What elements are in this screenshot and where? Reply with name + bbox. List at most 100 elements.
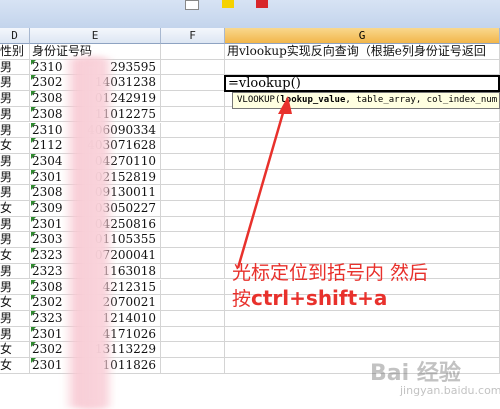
id-prefix: 2302 xyxy=(32,342,63,357)
privacy-blur-core xyxy=(80,58,104,408)
empty-cell-f[interactable] xyxy=(161,122,225,139)
number-as-text-indicator-icon xyxy=(31,295,36,301)
empty-cell-g[interactable] xyxy=(225,122,500,139)
empty-cell-f[interactable] xyxy=(161,106,225,123)
id-prefix: 2302 xyxy=(32,295,63,310)
empty-cell-g[interactable] xyxy=(225,326,500,343)
empty-cell-f[interactable] xyxy=(161,295,225,311)
header-cell-f[interactable] xyxy=(161,44,225,60)
number-as-text-indicator-icon xyxy=(31,358,36,363)
empty-cell-f[interactable] xyxy=(161,169,225,186)
number-as-text-indicator-icon xyxy=(31,216,36,222)
gender-cell[interactable]: 男 xyxy=(0,169,30,186)
annotation-press-label: 按 xyxy=(232,288,252,310)
id-prefix: 2301 xyxy=(32,358,63,372)
id-prefix: 2308 xyxy=(32,279,63,294)
id-prefix: 2309 xyxy=(32,201,63,215)
id-prefix: 2112 xyxy=(32,138,63,153)
gender-cell[interactable]: 男 xyxy=(0,122,30,139)
empty-cell-f[interactable] xyxy=(161,201,225,217)
baidu-watermark: Bai 经验 xyxy=(370,361,461,386)
gender-cell[interactable]: 女 xyxy=(0,201,30,217)
empty-cell-f[interactable] xyxy=(161,358,225,374)
empty-cell-g[interactable] xyxy=(225,169,500,186)
empty-cell-f[interactable] xyxy=(161,279,225,296)
gender-cell[interactable]: 男 xyxy=(0,185,30,201)
empty-cell-f[interactable] xyxy=(161,185,225,201)
empty-cell-g[interactable] xyxy=(225,201,500,217)
gender-cell[interactable]: 女 xyxy=(0,358,30,374)
gender-cell[interactable]: 男 xyxy=(0,216,30,233)
empty-cell-g[interactable] xyxy=(225,106,500,123)
number-as-text-indicator-icon xyxy=(31,185,36,191)
gender-cell[interactable]: 男 xyxy=(0,263,30,280)
header-cell-gender[interactable]: 性别 xyxy=(0,44,30,60)
toolbar-button-white[interactable] xyxy=(185,0,199,10)
gender-cell[interactable]: 男 xyxy=(0,91,30,107)
gender-cell[interactable]: 女 xyxy=(0,248,30,264)
toolbar-button-red[interactable] xyxy=(256,0,268,8)
annotation-shortcut-keys: ctrl+shift+a xyxy=(251,286,388,310)
id-prefix: 2301 xyxy=(32,326,63,341)
gender-cell[interactable]: 男 xyxy=(0,232,30,249)
empty-cell-g[interactable] xyxy=(225,59,500,76)
number-as-text-indicator-icon xyxy=(31,153,36,159)
empty-cell-f[interactable] xyxy=(161,91,225,107)
baidu-watermark-url: jingyan.baidu.com xyxy=(400,384,500,397)
empty-cell-f[interactable] xyxy=(161,263,225,280)
empty-cell-f[interactable] xyxy=(161,216,225,233)
number-as-text-indicator-icon xyxy=(31,138,36,144)
id-prefix: 2310 xyxy=(32,59,63,74)
empty-cell-f[interactable] xyxy=(161,342,225,358)
tooltip-arg-lookup-value[interactable]: lookup_value xyxy=(280,95,345,105)
header-cell-title[interactable]: 用vlookup实现反向查询（根据e列身份证号返回 xyxy=(225,44,500,60)
column-header-e[interactable]: E xyxy=(30,28,161,44)
empty-cell-f[interactable] xyxy=(161,248,225,264)
column-header-d[interactable]: D xyxy=(0,28,30,44)
empty-cell-f[interactable] xyxy=(161,59,225,76)
gender-cell[interactable]: 男 xyxy=(0,153,30,170)
empty-cell-g[interactable] xyxy=(225,138,500,154)
number-as-text-indicator-icon xyxy=(31,75,36,81)
empty-cell-f[interactable] xyxy=(161,326,225,343)
id-prefix: 2310 xyxy=(32,122,63,137)
id-prefix: 2301 xyxy=(32,169,63,184)
empty-cell-f[interactable] xyxy=(161,310,225,327)
annotation-line-2: 按ctrl+shift+a xyxy=(232,284,387,311)
number-as-text-indicator-icon xyxy=(31,279,36,285)
gender-cell[interactable]: 男 xyxy=(0,279,30,296)
number-as-text-indicator-icon xyxy=(31,59,36,65)
toolbar-button-yellow[interactable] xyxy=(222,0,234,8)
empty-cell-g[interactable] xyxy=(225,310,500,327)
gender-cell[interactable]: 男 xyxy=(0,59,30,76)
gender-cell[interactable]: 男 xyxy=(0,75,30,92)
empty-cell-f[interactable] xyxy=(161,75,225,92)
gender-cell[interactable]: 男 xyxy=(0,106,30,123)
id-prefix: 2308 xyxy=(32,91,63,106)
column-header-g[interactable]: G xyxy=(225,28,500,44)
number-as-text-indicator-icon xyxy=(31,91,36,97)
empty-cell-f[interactable] xyxy=(161,138,225,154)
column-header-f[interactable]: F xyxy=(161,28,225,44)
id-prefix: 2323 xyxy=(32,310,63,325)
empty-cell-f[interactable] xyxy=(161,232,225,249)
empty-cell-g[interactable] xyxy=(225,232,500,249)
gender-cell[interactable]: 女 xyxy=(0,295,30,311)
active-cell-formula[interactable]: =vlookup() xyxy=(224,75,500,92)
id-prefix: 2301 xyxy=(32,216,63,231)
empty-cell-g[interactable] xyxy=(225,185,500,201)
number-as-text-indicator-icon xyxy=(31,122,36,128)
empty-cell-f[interactable] xyxy=(161,153,225,170)
empty-cell-g[interactable] xyxy=(225,153,500,170)
number-as-text-indicator-icon xyxy=(31,169,36,175)
id-prefix: 2303 xyxy=(32,232,63,247)
gender-cell[interactable]: 女 xyxy=(0,138,30,154)
id-prefix: 2323 xyxy=(32,263,63,278)
empty-cell-g[interactable] xyxy=(225,216,500,233)
number-as-text-indicator-icon xyxy=(31,106,36,112)
gender-cell[interactable]: 女 xyxy=(0,342,30,358)
gender-cell[interactable]: 男 xyxy=(0,326,30,343)
annotation-line-1: 光标定位到括号内 然后 xyxy=(232,262,429,284)
gender-cell[interactable]: 男 xyxy=(0,310,30,327)
number-as-text-indicator-icon xyxy=(31,232,36,238)
